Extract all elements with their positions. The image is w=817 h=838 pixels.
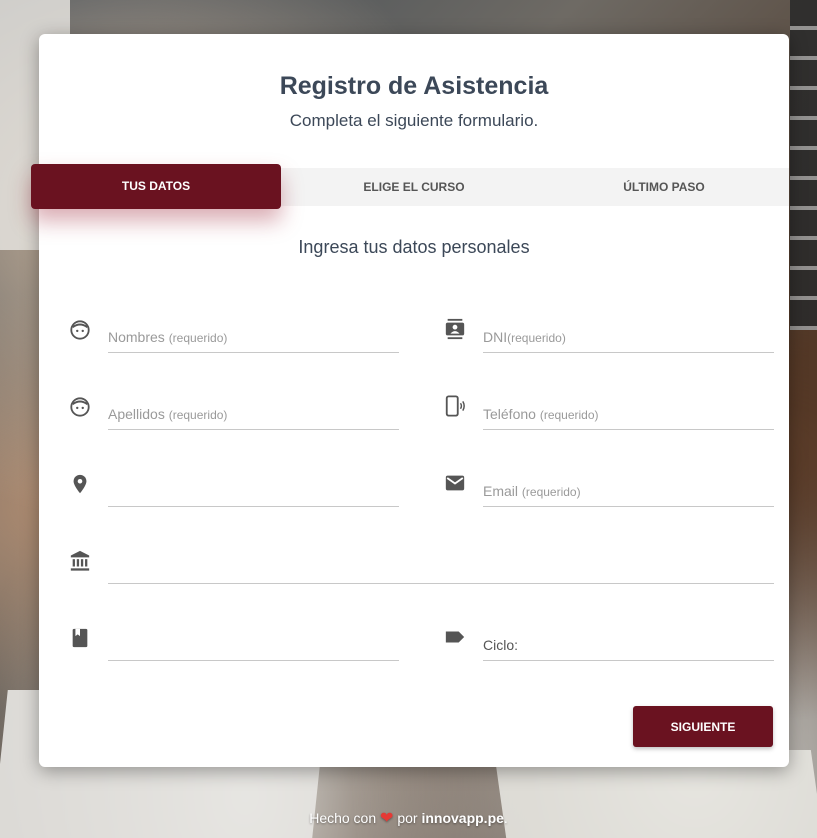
footer-brand-link[interactable]: innovapp.pe [421,810,503,826]
book-icon [72,628,88,648]
tab-ultimo-paso[interactable]: ÚLTIMO PASO [539,168,789,206]
tab-elige-el-curso[interactable]: ELIGE EL CURSO [289,168,539,206]
heart-icon: ❤ [380,810,394,827]
tab-tus-datos[interactable]: TUS DATOS [31,164,281,209]
face-icon [70,320,90,340]
apellidos-underline [108,429,399,430]
phone-icon [445,395,465,417]
label-icon [445,631,465,643]
carrera-underline [108,660,399,661]
footer-suffix: . [503,810,508,826]
page-title: Registro de Asistencia [279,72,549,100]
nombres-label: Nombres (requerido) [108,329,228,345]
page-subtitle: Completa el siguiente formulario. [289,111,539,130]
email-underline [483,506,774,507]
form-card: Registro de Asistencia Completa el sigui… [31,34,789,767]
contact-icon [445,318,465,340]
mail-icon [445,475,465,491]
location-pin-icon [73,474,87,494]
telefono-label: Teléfono (requerido) [483,406,599,422]
email-label: Email (requerido) [483,483,581,499]
telefono-underline [483,429,774,430]
direccion-underline [108,506,399,507]
section-title: Ingresa tus datos personales [298,237,530,257]
nombres-underline [108,352,399,353]
background-keyboard [790,0,817,330]
footer: Hecho con ❤ por innovapp.pe. [0,808,817,828]
siguiente-button[interactable]: SIGUIENTE [633,706,773,747]
dni-underline [483,352,774,353]
footer-prefix: Hecho con [309,810,377,826]
ciclo-underline [483,660,774,661]
institucion-underline [108,583,774,584]
footer-middle: por [397,810,418,826]
face-icon [70,397,90,417]
ciclo-label: Ciclo: [483,637,519,653]
bank-icon [70,550,90,571]
dni-label: DNI(requerido) [483,329,566,345]
apellidos-label: Apellidos (requerido) [108,406,228,422]
